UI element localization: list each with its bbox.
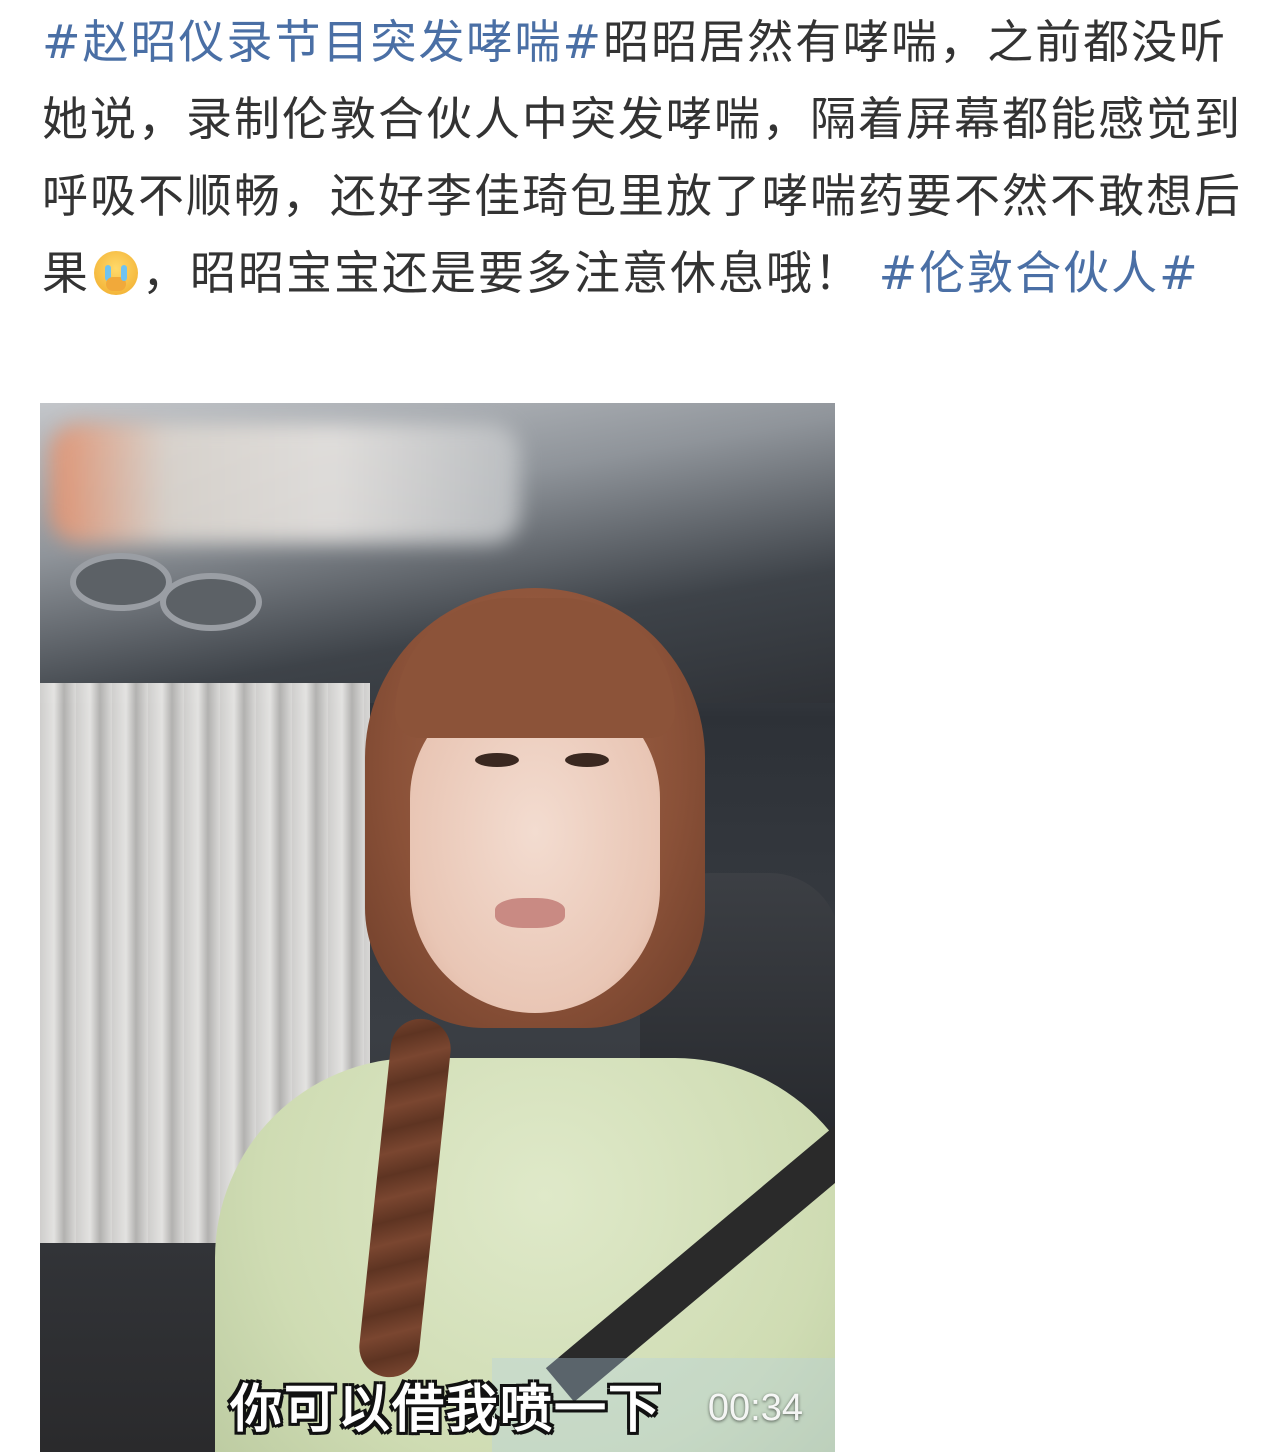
topic-link-zhaozhaoyi-asthma[interactable]: #赵昭仪录节目突发哮喘# — [42, 15, 603, 69]
video-timestamp: 00:34 — [707, 1387, 803, 1429]
video-player[interactable]: 你可以借我喷一下 00:34 — [40, 403, 835, 1452]
post-body-part2: ，昭昭宝宝还是要多注意休息哦！ — [142, 246, 879, 300]
post-text: #赵昭仪录节目突发哮喘#昭昭居然有哮喘，之前都没听她说，录制伦敦合伙人中突发哮喘… — [42, 4, 1242, 312]
topic-link-london-partner[interactable]: #伦敦合伙人# — [879, 246, 1200, 300]
video-scene-eye — [565, 753, 609, 767]
video-scene-lips — [495, 898, 565, 928]
video-scene-blurred-object — [50, 423, 520, 543]
video-scene-vent — [70, 553, 172, 611]
video-scene-eye — [475, 753, 519, 767]
video-subtitle: 你可以借我喷一下 — [230, 1380, 663, 1440]
video-scene-person — [215, 588, 835, 1452]
crying-emoji-icon — [94, 251, 138, 295]
video-scene-vent — [160, 573, 262, 631]
